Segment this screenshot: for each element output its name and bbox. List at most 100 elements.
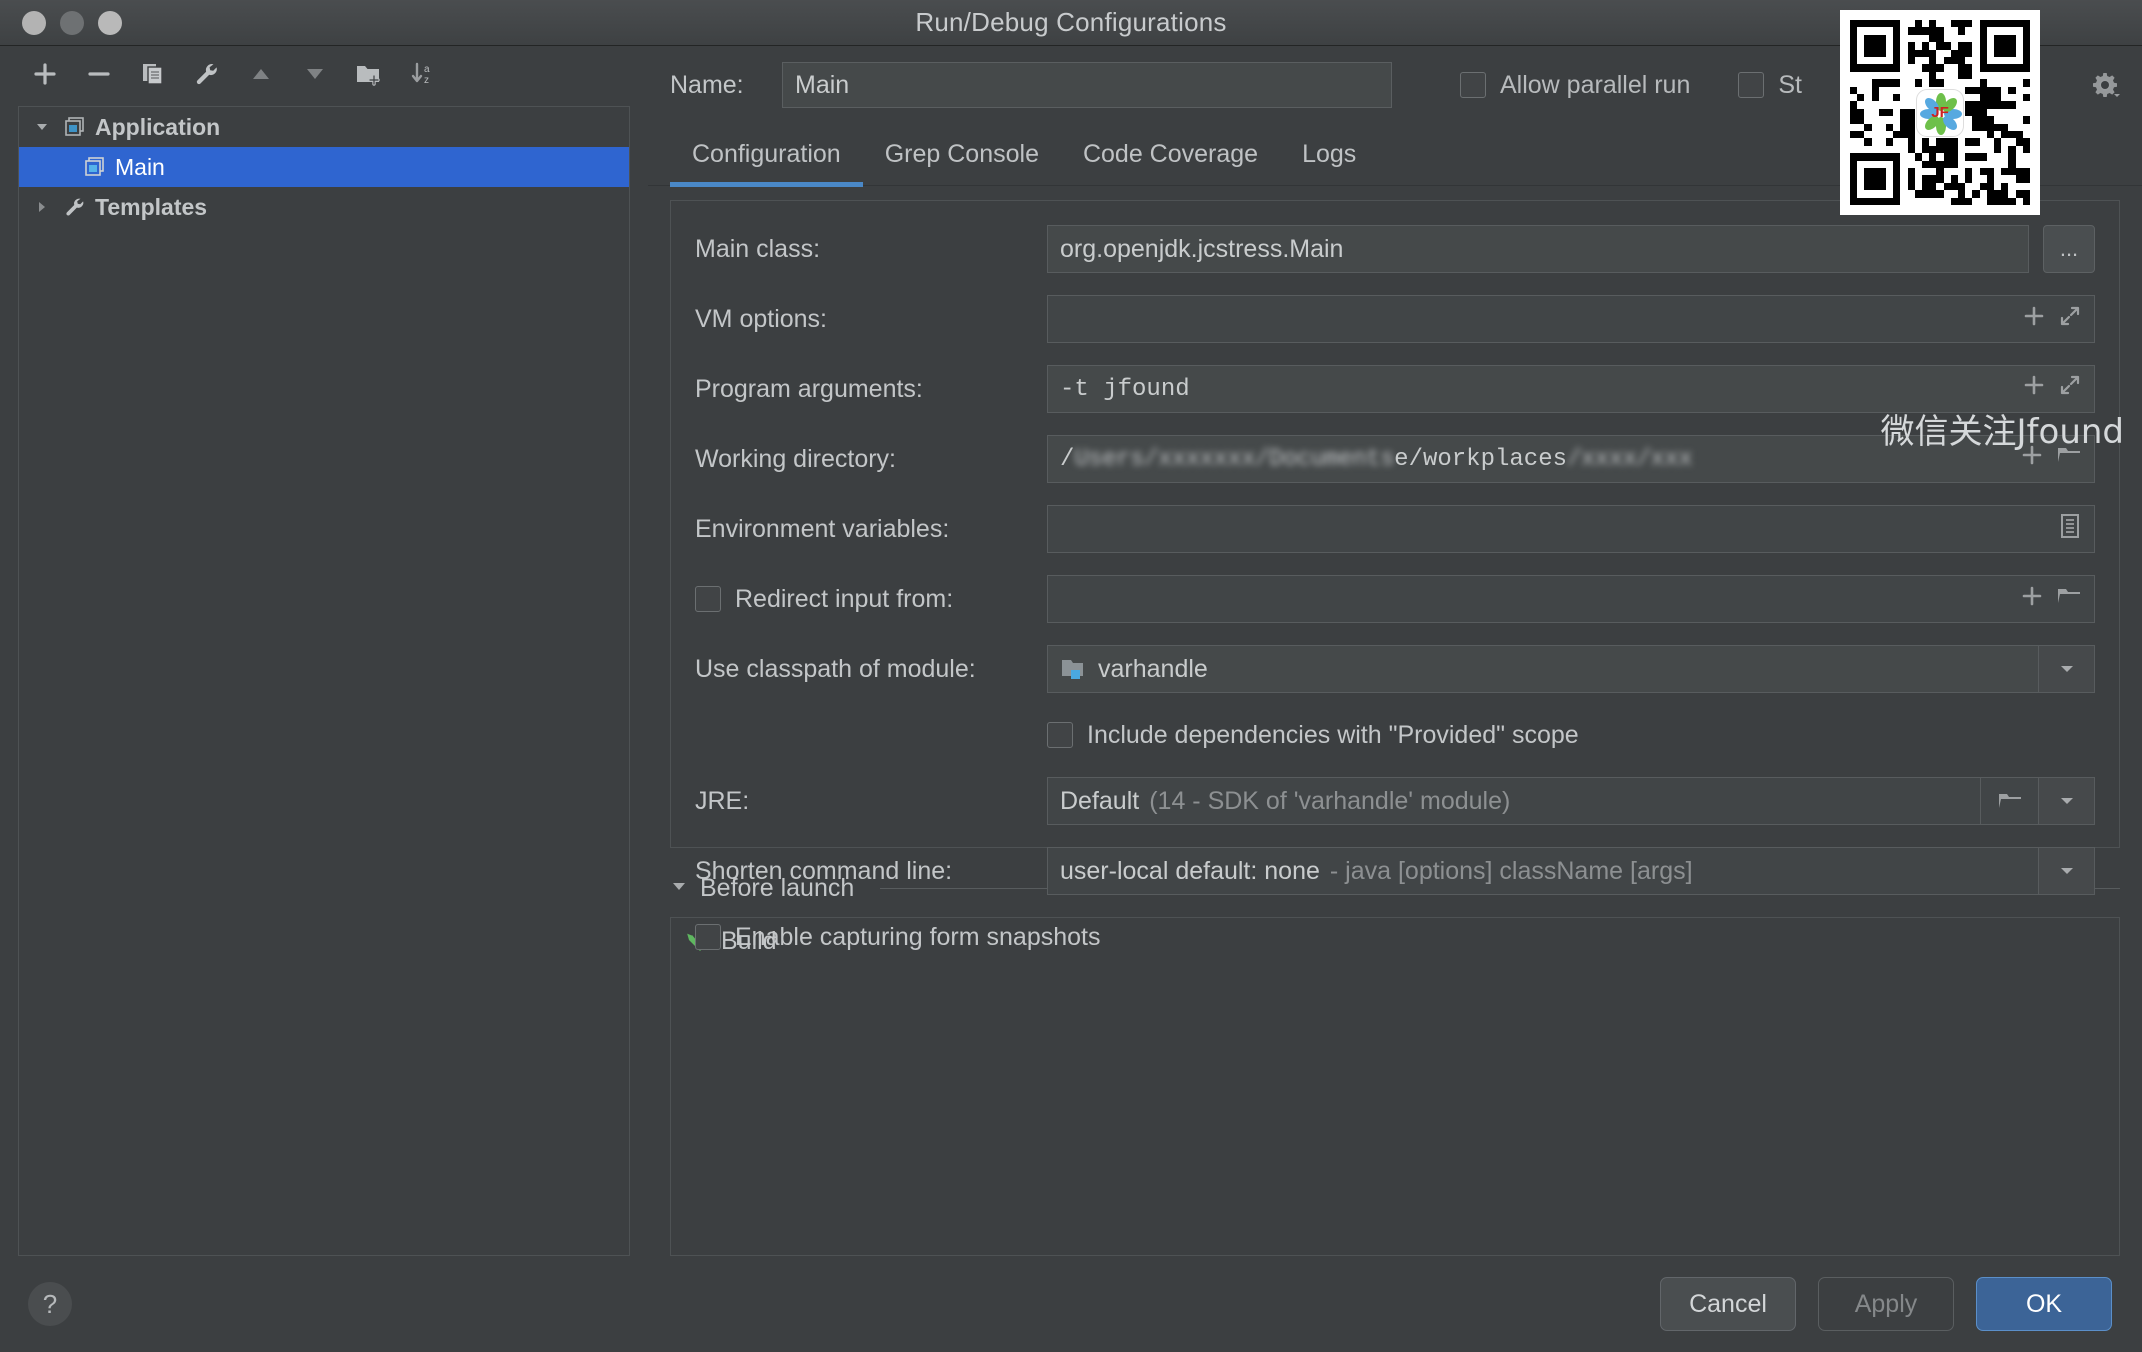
apply-button[interactable]: Apply: [1818, 1277, 1954, 1331]
shorten-command-line-combo[interactable]: user-local default: none - java [options…: [1047, 847, 2039, 895]
redirect-input-label-group: Redirect input from:: [695, 585, 1047, 614]
help-button[interactable]: ?: [28, 1282, 72, 1326]
include-provided-scope-label: Include dependencies with "Provided" sco…: [1087, 721, 1579, 750]
working-directory-actions: [2006, 443, 2082, 475]
tree-node-main[interactable]: Main: [19, 147, 629, 187]
plus-icon[interactable]: [2020, 443, 2044, 475]
plus-icon[interactable]: [2022, 373, 2046, 405]
before-launch-list[interactable]: Build: [670, 917, 2120, 1256]
application-icon: [61, 116, 89, 138]
chevron-down-icon[interactable]: [29, 119, 55, 135]
folder-icon[interactable]: [2056, 584, 2082, 615]
tree-node-label: Main: [115, 154, 165, 181]
tree-node-label: Application: [95, 114, 220, 141]
chevron-down-icon[interactable]: [2039, 847, 2095, 895]
environment-variables-input[interactable]: [1047, 505, 2095, 553]
redirect-input-checkbox[interactable]: Redirect input from:: [695, 585, 1047, 614]
use-classpath-label: Use classpath of module:: [695, 655, 1047, 684]
folder-icon[interactable]: [1981, 777, 2039, 825]
module-icon: [1060, 657, 1088, 681]
checkbox-box[interactable]: [1738, 72, 1764, 98]
shorten-command-line-label: Shorten command line:: [695, 857, 1047, 886]
shorten-command-line-value: user-local default: none: [1060, 857, 1320, 886]
redirect-input-field[interactable]: [1047, 575, 2095, 623]
checkbox-box[interactable]: [1460, 72, 1486, 98]
working-directory-input[interactable]: /Users/xxxxxxx/Documentse/workplaces/xxx…: [1047, 435, 2095, 483]
folder-icon[interactable]: [2056, 443, 2082, 475]
vm-options-input[interactable]: [1047, 295, 2095, 343]
remove-configuration-button[interactable]: [72, 52, 126, 96]
working-directory-label: Working directory:: [695, 445, 1047, 474]
wrench-icon: [61, 196, 89, 218]
qr-code-image: JF: [1850, 20, 2030, 205]
program-arguments-actions: [2008, 373, 2082, 405]
working-directory-value-prefix: /: [1060, 446, 1074, 473]
cancel-button[interactable]: Cancel: [1660, 1277, 1796, 1331]
vm-options-actions: [2008, 304, 2082, 335]
list-icon[interactable]: [2058, 513, 2082, 546]
redirect-input-row: Redirect input from:: [695, 573, 2095, 625]
tab-configuration[interactable]: Configuration: [670, 140, 863, 185]
use-classpath-combo[interactable]: varhandle: [1047, 645, 2039, 693]
checkbox-box[interactable]: [1047, 722, 1073, 748]
configuration-panel: Main class: org.openjdk.jcstress.Main ..…: [670, 200, 2120, 848]
tab-code-coverage[interactable]: Code Coverage: [1061, 140, 1280, 185]
use-classpath-value: varhandle: [1098, 655, 1208, 684]
main-class-browse-button[interactable]: ...: [2043, 225, 2095, 273]
configurations-tree[interactable]: Application Main: [18, 106, 630, 1256]
configurations-sidebar: a z Ap: [0, 46, 648, 1256]
program-arguments-input[interactable]: -t jfound: [1047, 365, 2095, 413]
chevron-down-icon[interactable]: [670, 877, 688, 900]
include-provided-scope-checkbox[interactable]: Include dependencies with "Provided" sco…: [1047, 721, 1579, 750]
gear-icon[interactable]: [2090, 70, 2120, 100]
dialog-body: a z Ap: [0, 46, 2142, 1256]
program-arguments-value: -t jfound: [1060, 376, 1190, 403]
plus-icon[interactable]: [2020, 584, 2044, 615]
sort-configurations-button[interactable]: a z: [396, 52, 450, 96]
environment-variables-label: Environment variables:: [695, 515, 1047, 544]
enable-form-snapshots-checkbox[interactable]: Enable capturing form snapshots: [695, 923, 1101, 952]
dialog-footer: ? Cancel Apply OK: [0, 1256, 2142, 1352]
working-directory-value-blurred-b: /xxxx/xxx: [1567, 446, 1692, 473]
main-class-row: Main class: org.openjdk.jcstress.Main ..…: [695, 223, 2095, 275]
program-arguments-label: Program arguments:: [695, 375, 1047, 404]
tree-node-application[interactable]: Application: [19, 107, 629, 147]
expand-icon[interactable]: [2058, 373, 2082, 405]
tab-logs[interactable]: Logs: [1280, 140, 1378, 185]
edit-templates-button[interactable]: [180, 52, 234, 96]
copy-configuration-button[interactable]: [126, 52, 180, 96]
create-folder-button[interactable]: [342, 52, 396, 96]
main-class-input[interactable]: org.openjdk.jcstress.Main: [1047, 225, 2029, 273]
ok-button[interactable]: OK: [1976, 1277, 2112, 1331]
svg-text:a: a: [424, 64, 430, 75]
tab-grep-console[interactable]: Grep Console: [863, 140, 1061, 185]
working-directory-value-blurred-a: Users/xxxxxxx/Documents: [1074, 446, 1394, 473]
sidebar-toolbar: a z: [0, 46, 648, 102]
checkbox-box[interactable]: [695, 586, 721, 612]
tree-node-label: Templates: [95, 194, 207, 221]
jre-row: JRE: Default (14 - SDK of 'varhandle' mo…: [695, 775, 2095, 827]
title-bar: Run/Debug Configurations: [0, 0, 2142, 46]
vm-options-row: VM options:: [695, 293, 2095, 345]
allow-parallel-run-checkbox[interactable]: Allow parallel run: [1460, 71, 1690, 100]
window-title: Run/Debug Configurations: [0, 7, 2142, 38]
tree-node-templates[interactable]: Templates: [19, 187, 629, 227]
expand-icon[interactable]: [2058, 304, 2082, 335]
chevron-down-icon[interactable]: [2039, 645, 2095, 693]
jre-combo[interactable]: Default (14 - SDK of 'varhandle' module): [1047, 777, 1981, 825]
chevron-right-icon[interactable]: [29, 199, 55, 215]
move-down-button[interactable]: [288, 52, 342, 96]
footer-buttons: Cancel Apply OK: [1660, 1277, 2112, 1331]
chevron-down-icon[interactable]: [2039, 777, 2095, 825]
vm-options-label: VM options:: [695, 305, 1047, 334]
checkbox-box[interactable]: [695, 924, 721, 950]
jre-value-hint: (14 - SDK of 'varhandle' module): [1149, 787, 1510, 816]
move-up-button[interactable]: [234, 52, 288, 96]
shorten-command-line-hint: - java [options] className [args]: [1330, 857, 1693, 886]
plus-icon[interactable]: [2022, 304, 2046, 335]
add-configuration-button[interactable]: [18, 52, 72, 96]
qr-code-overlay: JF: [1840, 10, 2040, 215]
store-as-project-file-checkbox[interactable]: St: [1738, 71, 1802, 100]
name-input[interactable]: Main: [782, 62, 1392, 108]
store-as-project-file-label: St: [1778, 71, 1802, 100]
